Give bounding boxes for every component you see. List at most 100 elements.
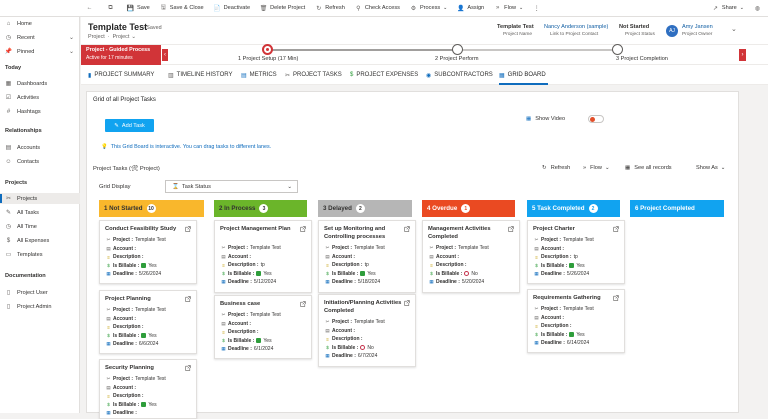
building-icon: ▤ [429,253,434,259]
field-billable: $ Is Billable : Yes [534,332,584,338]
sidebar-item-dashboards[interactable]: ▦ Dashboards [0,78,80,89]
sidebar-item-accounts[interactable]: ▤ Accounts [0,142,80,153]
bpf-next-arrow-icon[interactable]: › [739,49,746,61]
tab-project-expenses[interactable]: $ PROJECT EXPENSES [350,65,418,85]
document-icon: ▯ [6,304,11,310]
grid-icon: ▦ [499,72,505,79]
task-card[interactable]: Project Management Plan ✂ Project : Templ… [214,220,312,293]
bpf-prev-arrow-icon[interactable]: ‹ [162,49,168,61]
tab-subcontractors[interactable]: ◉ SUBCONTRACTORS [426,65,493,85]
summary-icon: ▮ [88,72,92,79]
share-icon: ↗ [712,5,718,12]
open-record-icon[interactable] [185,296,191,302]
notes-icon: ≡ [326,336,329,342]
process-button[interactable]: ⚙ Process ⌄ [405,0,452,17]
tab-project-tasks[interactable]: ✂ PROJECT TASKS [285,65,342,85]
task-card[interactable]: Set up Monitoring and Controlling proces… [318,220,416,293]
bpf-stage-2-marker[interactable] [452,44,463,55]
sidebar-item-all-tasks[interactable]: ✎ All Tasks [0,207,80,218]
flow-button[interactable]: » Flow ⌄ [489,0,528,17]
task-card[interactable]: Project Charter ✂ Project : Template Test… [527,220,625,284]
task-card[interactable]: Requirements Gathering ✂ Project : Templa… [527,289,625,353]
contact-link[interactable]: Nancy Anderson (sample) [544,24,608,30]
sidebar-item-pinned[interactable]: 📌 Pinned ⌄ [0,46,80,57]
grid-display-select[interactable]: ⌛ Task Status ⌄ [165,180,298,193]
tab-metrics[interactable]: ▤ METRICS [241,65,277,85]
open-record-icon[interactable] [613,226,619,232]
sidebar-item-home[interactable]: ⌂ Home [0,18,80,29]
copilot-button[interactable]: ◍ [749,0,768,17]
bpf-active-flag[interactable]: Project - Guided Process Active for 17 m… [81,45,161,65]
open-record-icon[interactable] [613,295,619,301]
money-icon: $ [6,237,11,244]
field-label: Deadline : [332,353,356,359]
field-label: Account : [332,327,356,334]
breadcrumb: Project · Project ⌄ [88,34,136,40]
save-close-icon: 🖫 [160,5,166,11]
open-record-icon[interactable] [300,301,306,307]
form-selector[interactable]: Project [113,34,130,40]
bpf-stage-2-label[interactable]: 2 Project Perform [435,56,479,62]
sidebar-item-recent[interactable]: ◷ Recent ⌄ [0,32,80,43]
assign-button[interactable]: 👤 Assign [452,0,489,17]
sidebar-item-all-expenses[interactable]: $ All Expenses [0,235,80,246]
sidebar-item-contacts[interactable]: ☺ Contacts [0,156,80,167]
open-record-icon[interactable] [185,365,191,371]
document-icon: ▯ [6,290,11,296]
sidebar-item-all-time[interactable]: ◷ All Time [0,221,80,232]
field-billable: $ Is Billable : No [325,345,374,351]
calendar-icon: ▦ [106,410,111,415]
money-icon: $ [326,271,329,276]
field-label: Description : [332,336,363,342]
sidebar-item-activities[interactable]: ☑ Activities [0,92,80,103]
tools-icon: ✂ [429,245,434,250]
add-task-button[interactable]: ✎ Add Task [105,119,154,132]
refresh-button[interactable]: ↻ Refresh [310,0,350,17]
tab-project-summary[interactable]: ▮ PROJECT SUMMARY [88,65,154,85]
bpf-stage-3-marker[interactable] [612,44,623,55]
task-card[interactable]: Security Planning ✂ Project : Template Te… [99,359,197,419]
tools-icon: ✂ [5,196,12,202]
tab-timeline-history[interactable]: ▥ TIMELINE HISTORY [168,65,232,85]
show-video-toggle[interactable] [588,115,604,123]
subgrid-refresh-button[interactable]: ↻ Refresh [542,165,570,171]
open-record-icon[interactable] [404,226,410,232]
field-value: Template Test [354,245,385,251]
popout-icon: ⧉ [108,4,113,11]
field-description: ≡ Description : tp [534,254,578,260]
check-access-button[interactable]: ⚲ Check Access [350,0,405,17]
sidebar-item-projects[interactable]: ✂ Projects [0,193,80,204]
task-card[interactable]: Project Planning ✂ Project : Template Tes… [99,290,197,354]
open-record-icon[interactable] [508,226,514,232]
popout-button[interactable]: ⧉ [102,0,122,17]
task-card[interactable]: Conduct Feasibility Study ✂ Project : Tem… [99,220,197,284]
save-button[interactable]: 💾 Save [122,0,155,17]
lane-header-overdue: 4 Overdue 1 [422,200,515,217]
show-as-button[interactable]: Show As ⌄ [696,165,725,171]
subgrid-flow-button[interactable]: » Flow ⌄ [583,165,610,171]
sidebar-item-templates[interactable]: ▭ Templates [0,249,80,260]
field-label: Deadline : [332,279,356,285]
open-record-icon[interactable] [404,300,410,306]
bpf-stage-1-marker[interactable] [262,44,273,55]
more-commands-button[interactable]: ⋮ [528,0,548,17]
header-expand-chevron-icon[interactable]: ⌄ [731,25,737,33]
task-card[interactable]: Initiation/Planning Activities Completed… [318,294,416,367]
sidebar-item-project-user[interactable]: ▯ Project User [0,287,80,298]
share-button[interactable]: ↗ Share ⌄ [707,0,749,17]
owner-link[interactable]: Amy Jansen [682,24,713,30]
delete-button[interactable]: 🗑 Delete Project [255,0,310,17]
open-record-icon[interactable] [185,226,191,232]
bpf-stage-1-label[interactable]: 1 Project Setup (17 Min) [238,56,298,62]
save-close-button[interactable]: 🖫 Save & Close [155,0,209,17]
bpf-stage-3-label[interactable]: 3 Project Completion [616,56,668,62]
tab-grid-board[interactable]: ▦ GRID BOARD [499,65,546,85]
open-record-icon[interactable] [300,226,306,232]
task-card[interactable]: Management Activities Completed ✂ Projec… [422,220,520,293]
sidebar-item-hashtags[interactable]: # Hashtags [0,106,80,117]
sidebar-item-project-admin[interactable]: ▯ Project Admin [0,301,80,312]
task-card[interactable]: Business case ✂ Project : Template Test ▤… [214,295,312,359]
deactivate-button[interactable]: 📄 Deactivate [209,0,255,17]
back-button[interactable]: ← [0,0,102,17]
see-all-records-button[interactable]: ▦ See all records [625,165,672,171]
